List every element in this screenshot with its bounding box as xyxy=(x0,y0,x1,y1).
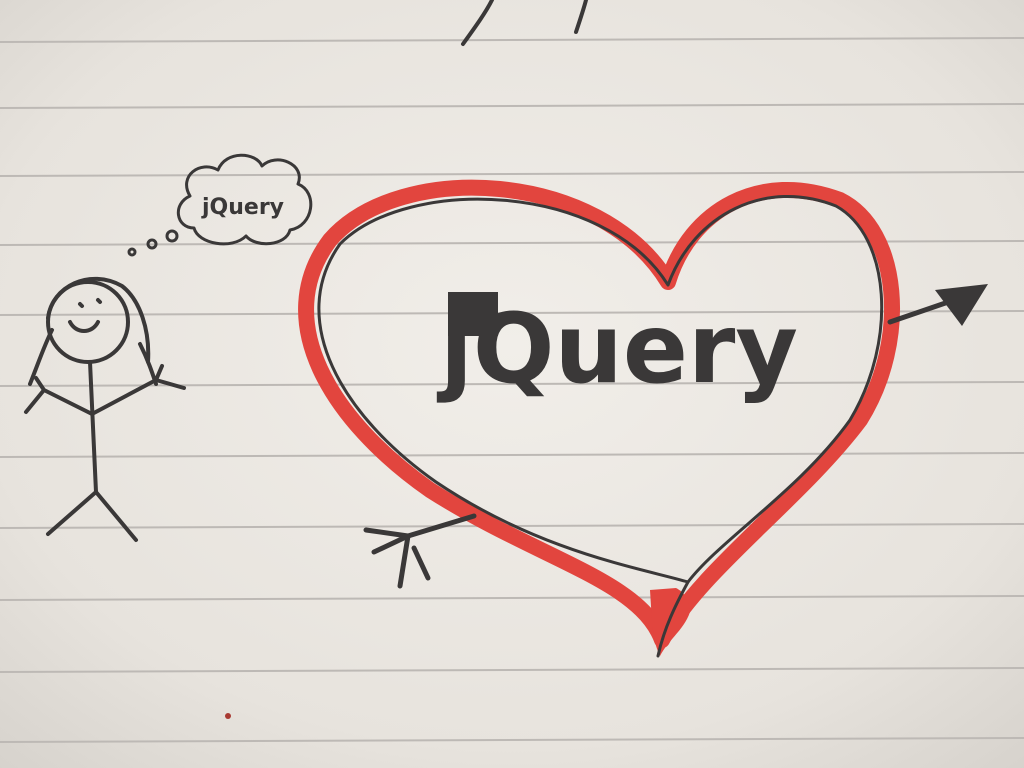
red-speck xyxy=(225,713,231,719)
figure-left-eye xyxy=(78,302,84,308)
notebook-sketch: jQuery jQuery xyxy=(0,0,1024,768)
thought-bubble-text: jQuery xyxy=(201,195,284,220)
figure-right-eye xyxy=(96,298,102,304)
j-dot-square xyxy=(448,292,498,336)
